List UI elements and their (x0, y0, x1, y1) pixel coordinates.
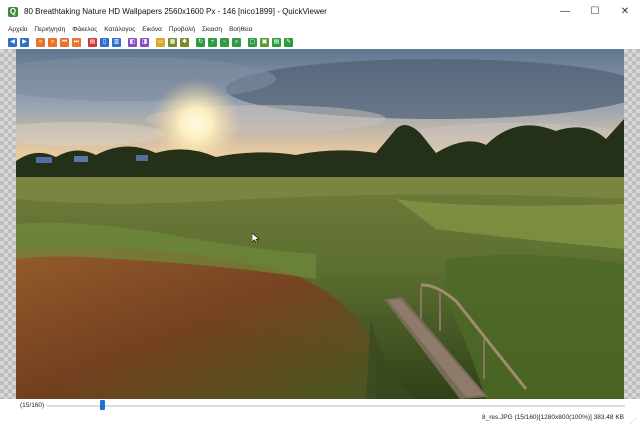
next-archive-button[interactable]: ⏭ (72, 37, 81, 47)
window-controls: — ☐ ✕ (550, 0, 640, 23)
page-slider[interactable] (47, 405, 625, 407)
resize-grip-icon[interactable]: ⋰ (630, 418, 638, 426)
prev-archive-button[interactable]: ⏮ (60, 37, 69, 47)
bookmark-button[interactable]: ▦ (168, 37, 177, 47)
zoom-in-button[interactable]: + (208, 37, 217, 47)
settings-button[interactable]: ✱ (180, 37, 189, 47)
maximize-button[interactable]: ☐ (580, 0, 610, 23)
menu-help[interactable]: Βοήθεια (229, 26, 252, 33)
fit-window-button[interactable]: ▢ (248, 37, 257, 47)
page-slider-thumb[interactable] (100, 400, 105, 410)
app-icon: Q (8, 6, 18, 17)
page-position: (15/160) (20, 402, 45, 409)
menu-folder[interactable]: Φάκελος (72, 26, 97, 33)
menu-navigation[interactable]: Περιήγηση (34, 26, 65, 33)
menu-image[interactable]: Εικόνα (142, 26, 162, 33)
pin-button[interactable]: ✎ (284, 37, 293, 47)
single-page-button[interactable]: ▯ (100, 37, 109, 47)
menu-bar: Αρχείο Περιήγηση Φάκελος Κατάλογος Εικόν… (0, 23, 640, 35)
close-button[interactable]: ✕ (610, 0, 640, 23)
next-page-button[interactable]: ▶ (20, 37, 29, 47)
menu-file[interactable]: Αρχείο (8, 26, 27, 33)
prev-folder-button[interactable]: « (36, 37, 45, 47)
menu-shading[interactable]: Σκιαση (202, 26, 222, 33)
window-title: 80 Breathtaking Nature HD Wallpapers 256… (24, 7, 327, 16)
zoom-out-button[interactable]: − (220, 37, 229, 47)
title-bar[interactable]: Q 80 Breathtaking Nature HD Wallpapers 2… (0, 0, 640, 23)
fullscreen-button[interactable]: ▣ (260, 37, 269, 47)
catalog-button[interactable]: ▤ (88, 37, 97, 47)
slideshow-button[interactable]: ▤ (272, 37, 281, 47)
left-to-right-button[interactable]: ◨ (140, 37, 149, 47)
menu-catalog[interactable]: Κατάλογος (104, 26, 135, 33)
landscape-photo (16, 49, 624, 399)
first-page-button[interactable]: ◀ (8, 37, 17, 47)
file-info: 8_res.JPG (15/160)[1280x800(100%)] 383.4… (481, 414, 624, 421)
mouse-cursor-icon (252, 233, 260, 243)
right-to-left-button[interactable]: ◧ (128, 37, 137, 47)
dual-page-button[interactable]: ▥ (112, 37, 121, 47)
refresh-button[interactable]: ↻ (196, 37, 205, 47)
minimize-button[interactable]: — (550, 0, 580, 23)
open-folder-button[interactable]: ▭ (156, 37, 165, 47)
zoom-fit-button[interactable]: ⌕ (232, 37, 241, 47)
landscape-image (16, 49, 624, 399)
next-folder-button[interactable]: » (48, 37, 57, 47)
status-bar: (15/160) 8_res.JPG (15/160)[1280x800(100… (0, 399, 640, 428)
menu-view[interactable]: Προβολή (169, 26, 195, 33)
toolbar: ◀ ▶ «» ⏮ ⏭ ▤ ▯ ▥ ◧ ◨ ▭ ▦ ✱ ↻ + − ⌕ ▢ ▣ ▤ ✎ (0, 35, 640, 49)
image-viewer[interactable] (0, 49, 640, 399)
